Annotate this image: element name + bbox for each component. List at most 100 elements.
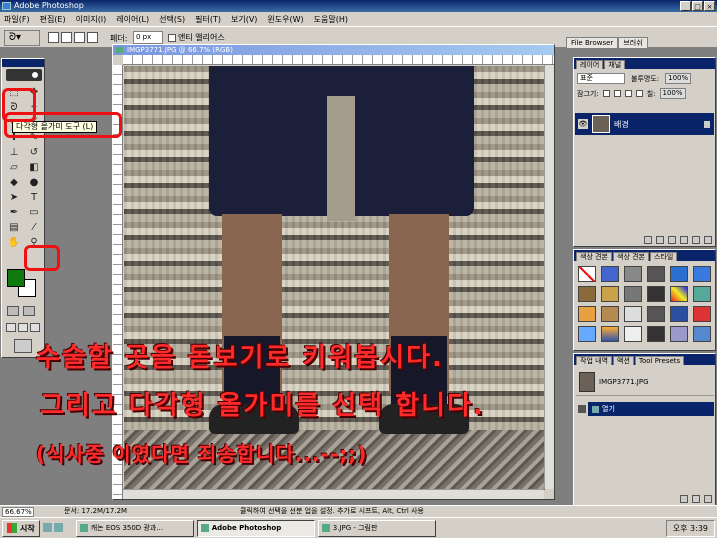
lock-position-icon[interactable] <box>624 90 632 97</box>
menu-help[interactable]: 도움말(H) <box>314 14 348 25</box>
tab-history[interactable]: 작업 내역 <box>576 356 612 365</box>
task-adobe-photoshop[interactable]: Adobe Photoshop <box>196 519 315 537</box>
quick-mask-icon[interactable] <box>23 306 35 316</box>
style-swatch[interactable] <box>670 326 688 342</box>
style-swatch[interactable] <box>670 286 688 302</box>
tab-styles[interactable]: 스타일 <box>650 252 678 261</box>
close-button[interactable]: × <box>704 1 715 11</box>
tab-color-swatches[interactable]: 색상 견본 <box>613 252 649 261</box>
tab-tool-presets[interactable]: Tool Presets <box>634 356 685 365</box>
style-swatch[interactable] <box>601 286 619 302</box>
menu-image[interactable]: 이미지(I) <box>76 14 107 25</box>
trash-icon[interactable] <box>704 495 712 503</box>
shape-tool-icon[interactable]: ▭ <box>27 207 41 219</box>
tab-brushes[interactable]: 브러쉬 <box>618 37 648 48</box>
tab-actions[interactable]: 액션 <box>613 356 634 365</box>
trash-icon[interactable] <box>704 236 712 244</box>
history-brush-source-icon[interactable] <box>578 405 586 413</box>
gradient-tool-icon[interactable]: ◧ <box>27 162 41 174</box>
quick-launch-icon[interactable] <box>53 523 63 532</box>
blur-tool-icon[interactable]: ◆ <box>7 177 21 189</box>
style-swatch[interactable] <box>624 306 642 322</box>
path-select-icon[interactable]: ➤ <box>7 192 21 204</box>
tab-layers[interactable]: 레이어 <box>576 60 604 69</box>
style-swatch[interactable] <box>601 326 619 342</box>
intersect-selection-icon[interactable] <box>87 32 98 43</box>
new-document-from-state-icon[interactable] <box>680 495 688 503</box>
eraser-tool-icon[interactable]: ▱ <box>7 162 21 174</box>
maximize-button[interactable]: □ <box>692 1 703 11</box>
menu-window[interactable]: 윈도우(W) <box>267 14 303 25</box>
foreground-color-swatch[interactable] <box>7 269 25 287</box>
menu-layer[interactable]: 레이어(L) <box>116 14 149 25</box>
style-swatch[interactable] <box>647 306 665 322</box>
stamp-tool-icon[interactable]: ⊥ <box>7 147 21 159</box>
quick-launch-icon[interactable] <box>42 523 52 532</box>
style-swatch[interactable] <box>647 286 665 302</box>
layer-mask-icon[interactable] <box>656 236 664 244</box>
lock-all-icon[interactable] <box>635 90 643 97</box>
layer-row-background[interactable]: 👁 배경 <box>575 113 714 135</box>
jump-to-imageready-icon[interactable] <box>14 339 32 353</box>
tab-file-browser[interactable]: File Browser <box>566 37 619 48</box>
standard-mode-icon[interactable] <box>7 306 19 316</box>
style-swatch[interactable] <box>693 286 711 302</box>
menu-filter[interactable]: 필터(T) <box>195 14 221 25</box>
full-screen-icon[interactable] <box>30 323 40 332</box>
style-swatch[interactable] <box>693 266 711 282</box>
style-swatch[interactable] <box>693 326 711 342</box>
style-swatch[interactable] <box>578 266 596 282</box>
eye-icon[interactable]: 👁 <box>578 119 588 129</box>
new-snapshot-icon[interactable] <box>692 495 700 503</box>
menu-file[interactable]: 파일(F) <box>4 14 30 25</box>
lock-transparency-icon[interactable] <box>602 90 610 97</box>
menu-view[interactable]: 보기(V) <box>231 14 257 25</box>
style-swatch[interactable] <box>601 306 619 322</box>
notes-tool-icon[interactable]: ▤ <box>7 222 21 234</box>
dodge-tool-icon[interactable]: ● <box>27 177 41 189</box>
horizontal-scrollbar[interactable] <box>123 489 544 499</box>
opacity-input[interactable]: 100% <box>665 73 692 84</box>
photo-canvas[interactable] <box>124 66 545 490</box>
lock-pixels-icon[interactable] <box>613 90 621 97</box>
style-swatch[interactable] <box>647 266 665 282</box>
adobe-logo-icon[interactable] <box>6 69 42 81</box>
style-swatch[interactable] <box>578 326 596 342</box>
task-canon-eos[interactable]: 캐논 EOS 350D 광과... <box>75 519 194 537</box>
document-size[interactable]: 문서: 17.2M/17.2M <box>64 506 127 517</box>
hand-tool-icon[interactable]: ✋ <box>7 237 21 249</box>
history-step-open[interactable]: 열기 <box>588 402 714 416</box>
pen-tool-icon[interactable]: ✒ <box>7 207 21 219</box>
vertical-scrollbar[interactable] <box>544 65 554 489</box>
new-selection-icon[interactable] <box>48 32 59 43</box>
add-selection-icon[interactable] <box>61 32 72 43</box>
tool-preset-picker[interactable]: ᘐ▾ <box>4 30 40 46</box>
style-swatch[interactable] <box>578 306 596 322</box>
minimize-button[interactable]: _ <box>680 1 691 11</box>
standard-screen-icon[interactable] <box>6 323 16 332</box>
style-swatch[interactable] <box>601 266 619 282</box>
toolbox-title-bar[interactable] <box>2 59 44 67</box>
new-set-icon[interactable] <box>668 236 676 244</box>
adjustment-layer-icon[interactable] <box>680 236 688 244</box>
menu-select[interactable]: 선택(S) <box>159 14 185 25</box>
style-swatch[interactable] <box>624 286 642 302</box>
zoom-level-field[interactable]: 66.67% <box>2 507 34 517</box>
style-swatch[interactable] <box>693 306 711 322</box>
start-button[interactable]: 시작 <box>2 519 40 537</box>
style-swatch[interactable] <box>624 326 642 342</box>
tab-swatches[interactable]: 색상 견본 <box>576 252 612 261</box>
history-snapshot[interactable]: IMGP3771.JPG <box>576 368 714 396</box>
type-tool-icon[interactable]: T <box>27 192 41 204</box>
fill-input[interactable]: 100% <box>659 88 686 99</box>
new-layer-icon[interactable] <box>692 236 700 244</box>
style-swatch[interactable] <box>624 266 642 282</box>
antialias-checkbox[interactable]: 앤티 앨리어스 <box>168 32 225 43</box>
style-swatch[interactable] <box>647 326 665 342</box>
blend-mode-select[interactable]: 표준 <box>577 73 625 84</box>
style-swatch[interactable] <box>670 306 688 322</box>
task-paint[interactable]: 3.JPG - 그림판 <box>317 519 436 537</box>
eyedropper-tool-icon[interactable]: ⁄ <box>27 222 41 234</box>
document-title-bar[interactable]: IMGP3771.JPG @ 66.7% (RGB) <box>113 45 554 55</box>
style-swatch[interactable] <box>670 266 688 282</box>
